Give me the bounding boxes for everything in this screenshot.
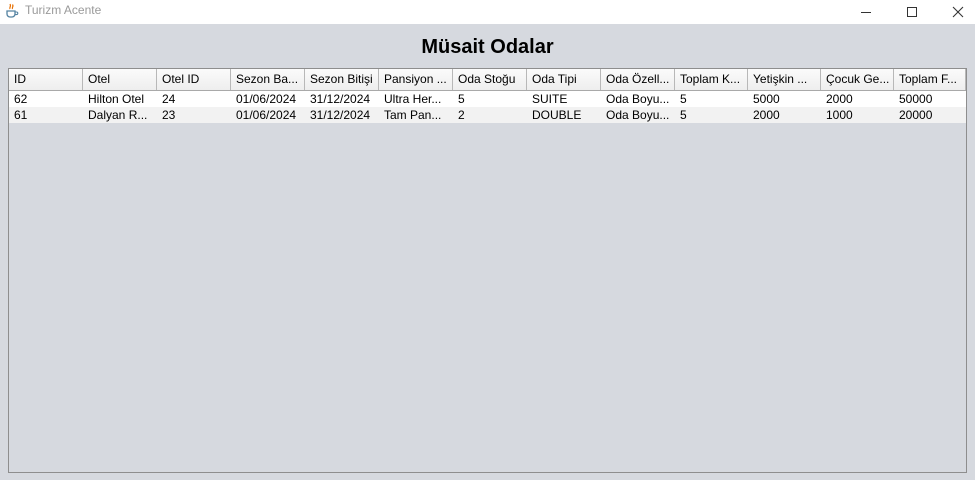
table-cell: 5 bbox=[680, 92, 687, 106]
minimize-icon bbox=[861, 12, 871, 13]
table-cell: Ultra Her... bbox=[384, 92, 442, 106]
table-cell: 2000 bbox=[753, 108, 780, 122]
table-row[interactable]: 62 Hilton Otel 24 01/06/2024 31/12/2024 … bbox=[9, 91, 966, 107]
table-cell: 31/12/2024 bbox=[310, 108, 371, 122]
page-title: Müsait Odalar bbox=[421, 36, 554, 58]
title-bar: Turizm Acente bbox=[0, 0, 975, 24]
minimize-button[interactable] bbox=[843, 0, 889, 24]
table-cell: 20000 bbox=[899, 108, 933, 122]
column-header-otel[interactable]: Otel bbox=[83, 69, 157, 90]
table-cell: 2000 bbox=[826, 92, 853, 106]
java-cup-icon bbox=[6, 3, 19, 18]
table-body: 62 Hilton Otel 24 01/06/2024 31/12/2024 … bbox=[9, 91, 966, 123]
close-icon bbox=[952, 6, 964, 18]
table-cell: 23 bbox=[162, 108, 176, 122]
table-header: ID Otel Otel ID Sezon Ba... Sezon Bitişi… bbox=[9, 69, 966, 91]
table-cell: 01/06/2024 bbox=[236, 92, 297, 106]
column-header-toplam-kisi[interactable]: Toplam K... bbox=[675, 69, 748, 90]
column-header-yetiskin[interactable]: Yetişkin ... bbox=[748, 69, 821, 90]
table-cell: Tam Pan... bbox=[384, 108, 442, 122]
column-header-sezon-bitisi[interactable]: Sezon Bitişi bbox=[305, 69, 379, 90]
column-header-pansiyon[interactable]: Pansiyon ... bbox=[379, 69, 453, 90]
table-cell: Dalyan R... bbox=[88, 108, 148, 122]
table-cell: Oda Boyu... bbox=[606, 92, 670, 106]
column-header-otel-id[interactable]: Otel ID bbox=[157, 69, 231, 90]
table-cell: 62 bbox=[14, 92, 28, 106]
table-cell: 5 bbox=[458, 92, 465, 106]
table-cell: 2 bbox=[458, 108, 465, 122]
table-cell: 24 bbox=[162, 92, 176, 106]
rooms-table[interactable]: ID Otel Otel ID Sezon Ba... Sezon Bitişi… bbox=[8, 68, 967, 473]
table-row[interactable]: 61 Dalyan R... 23 01/06/2024 31/12/2024 … bbox=[9, 107, 966, 123]
table-cell: SUITE bbox=[532, 92, 568, 106]
table-cell: 1000 bbox=[826, 108, 853, 122]
table-cell: 50000 bbox=[899, 92, 933, 106]
table-cell: 61 bbox=[14, 108, 28, 122]
table-cell: Oda Boyu... bbox=[606, 108, 670, 122]
close-button[interactable] bbox=[935, 0, 975, 24]
table-cell: Hilton Otel bbox=[88, 92, 145, 106]
column-header-cocuk[interactable]: Çocuk Ge... bbox=[821, 69, 894, 90]
table-cell: 01/06/2024 bbox=[236, 108, 297, 122]
table-cell: 31/12/2024 bbox=[310, 92, 371, 106]
maximize-icon bbox=[907, 7, 917, 17]
window-title: Turizm Acente bbox=[25, 3, 102, 17]
table-cell: DOUBLE bbox=[532, 108, 582, 122]
column-header-oda-ozellikleri[interactable]: Oda Özell... bbox=[601, 69, 675, 90]
column-header-oda-stogu[interactable]: Oda Stoğu bbox=[453, 69, 527, 90]
table-cell: 5000 bbox=[753, 92, 780, 106]
maximize-button[interactable] bbox=[889, 0, 935, 24]
table-cell: 5 bbox=[680, 108, 687, 122]
column-header-sezon-baslangic[interactable]: Sezon Ba... bbox=[231, 69, 305, 90]
column-header-toplam-fiyat[interactable]: Toplam F... bbox=[894, 69, 966, 90]
column-header-id[interactable]: ID bbox=[9, 69, 83, 90]
column-header-oda-tipi[interactable]: Oda Tipi bbox=[527, 69, 601, 90]
